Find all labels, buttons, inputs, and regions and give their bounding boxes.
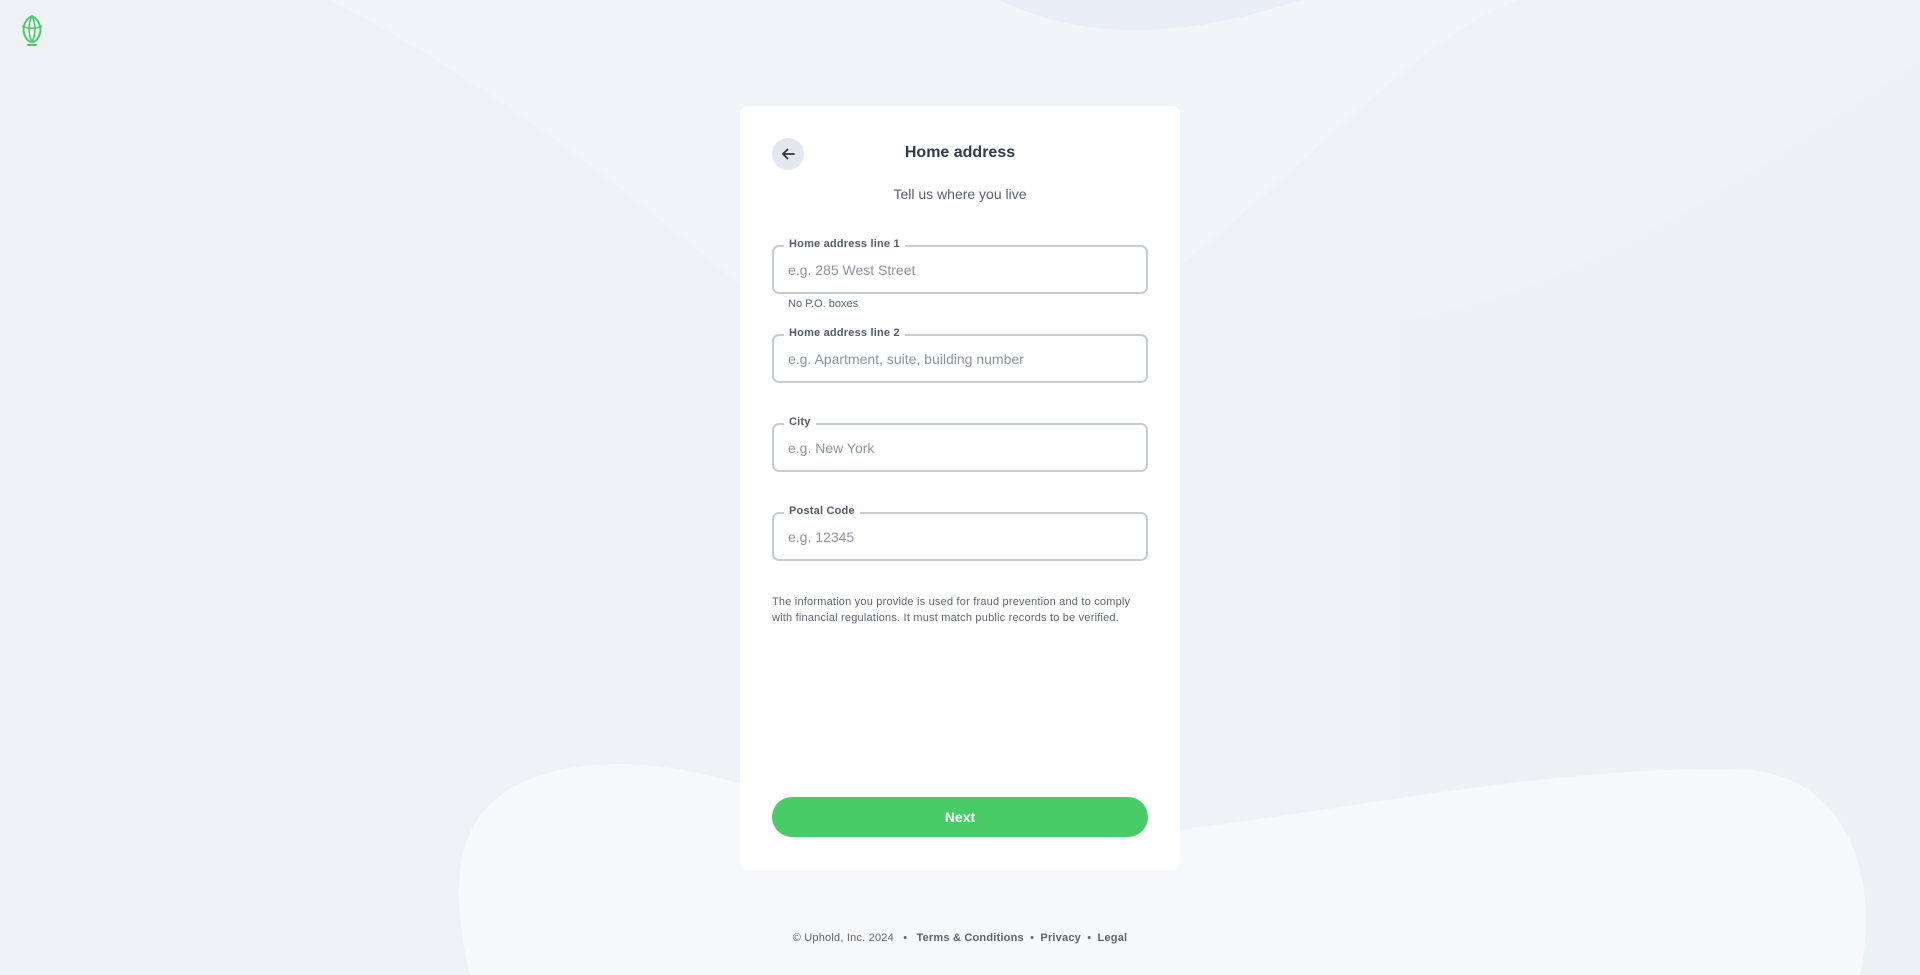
legal-link[interactable]: Legal [1098,932,1128,944]
address-line-1-input[interactable] [788,260,1128,280]
footer-separator: • [1030,932,1035,944]
address-line-1-field[interactable]: Home address line 1 [772,238,1148,294]
footer: © Uphold, Inc. 2024 • Terms & Conditions… [0,932,1920,944]
address-line-2-input[interactable] [788,349,1128,369]
postal-code-label: Postal Code [784,505,860,517]
address-line-2-field[interactable]: Home address line 2 [772,327,1148,383]
next-button[interactable]: Next [772,797,1148,837]
address-line-1-hint: No P.O. boxes [788,298,859,310]
page-subtitle: Tell us where you live [893,186,1027,202]
page-title: Home address [904,144,1016,161]
fraud-prevention-disclaimer: The information you provide is used for … [772,596,1131,624]
terms-link[interactable]: Terms & Conditions [917,932,1024,944]
address-line-2-label: Home address line 2 [784,327,905,339]
copyright-text: © Uphold, Inc. 2024 [792,932,894,944]
postal-code-field[interactable]: Postal Code [772,505,1148,561]
footer-separator: • [903,932,908,944]
footer-separator: • [1087,932,1092,944]
address-line-1-label: Home address line 1 [784,238,905,250]
postal-code-input[interactable] [788,527,1128,547]
address-form-card: Home address Tell us where you live Home… [740,106,1180,870]
uphold-logo-icon[interactable] [18,14,46,48]
privacy-link[interactable]: Privacy [1040,932,1081,944]
city-label: City [784,416,816,428]
city-field[interactable]: City [772,416,1148,472]
city-input[interactable] [788,438,1128,458]
